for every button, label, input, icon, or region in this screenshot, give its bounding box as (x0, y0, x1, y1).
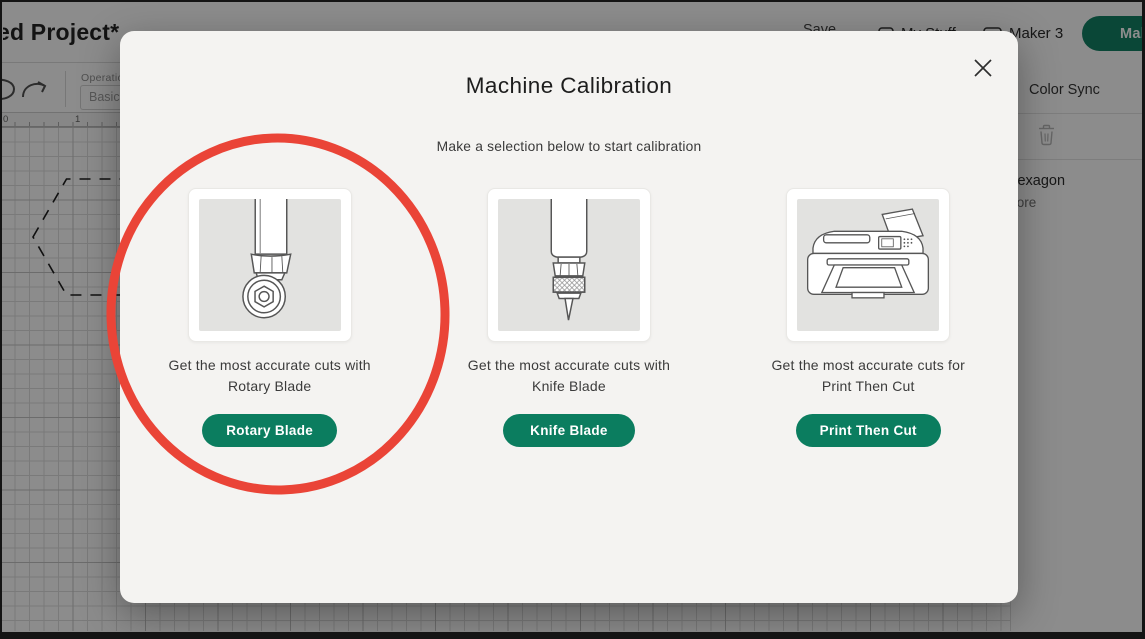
machine-calibration-dialog: Machine Calibration Make a selection bel… (120, 31, 1018, 603)
knife-blade-image-card (487, 188, 651, 342)
print-then-cut-description: Get the most accurate cuts for Print The… (771, 355, 965, 397)
rotary-blade-card: Get the most accurate cuts with Rotary B… (120, 188, 419, 447)
close-icon (972, 57, 994, 79)
rotary-blade-illustration (199, 199, 341, 331)
print-then-cut-button[interactable]: Print Then Cut (796, 414, 941, 447)
rotary-blade-image-card (188, 188, 352, 342)
screenshot-border (0, 0, 1145, 2)
screenshot-border (0, 0, 2, 639)
rotary-blade-description: Get the most accurate cuts with Rotary B… (169, 355, 371, 397)
screenshot-root: Untitled Project* Save My Stuff Maker 3 … (0, 0, 1145, 639)
knife-blade-card: Get the most accurate cuts with Knife Bl… (419, 188, 718, 447)
print-then-cut-card: Get the most accurate cuts for Print The… (719, 188, 1018, 447)
screenshot-border (0, 632, 1145, 639)
printer-illustration (797, 204, 939, 326)
dialog-subtitle: Make a selection below to start calibrat… (120, 139, 1018, 154)
calibration-options: Get the most accurate cuts with Rotary B… (120, 188, 1018, 447)
knife-blade-illustration (498, 199, 640, 331)
knife-blade-button[interactable]: Knife Blade (503, 414, 635, 447)
knife-blade-description: Get the most accurate cuts with Knife Bl… (468, 355, 670, 397)
close-button[interactable] (972, 57, 994, 79)
dialog-title: Machine Calibration (120, 73, 1018, 99)
print-then-cut-image-card (786, 188, 950, 342)
rotary-blade-button[interactable]: Rotary Blade (202, 414, 337, 447)
